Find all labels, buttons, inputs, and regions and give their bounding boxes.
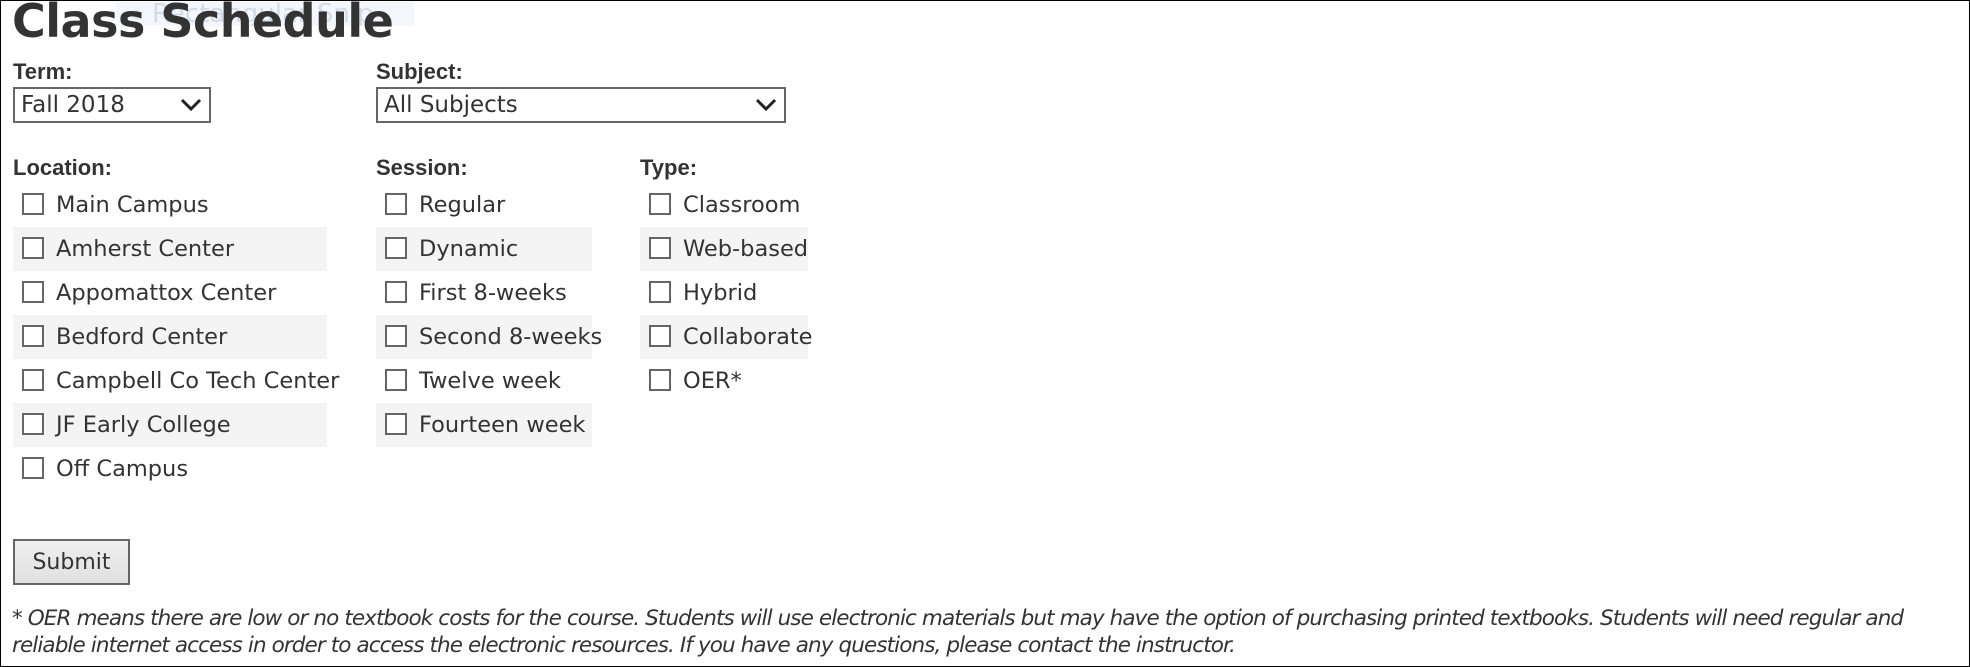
session-option[interactable]: First 8-weeks: [376, 271, 592, 315]
type-checkbox[interactable]: [649, 236, 671, 259]
subject-select[interactable]: All Subjects: [376, 87, 786, 123]
chevron-down-icon: [180, 98, 202, 112]
session-option[interactable]: Dynamic: [376, 227, 592, 271]
session-label: Session:: [376, 155, 468, 180]
location-label: Location:: [13, 155, 112, 180]
session-option-label: First 8-weeks: [419, 280, 567, 306]
location-option-label: Bedford Center: [56, 324, 228, 350]
location-checkbox[interactable]: [22, 280, 44, 303]
submit-button[interactable]: Submit: [13, 539, 130, 585]
type-option[interactable]: Classroom: [640, 183, 808, 227]
location-checkbox[interactable]: [22, 324, 44, 347]
type-checkbox-group: Classroom Web-based Hybrid Collaborate OER*: [640, 183, 813, 403]
chevron-down-icon: [755, 98, 777, 112]
location-option[interactable]: Bedford Center: [13, 315, 327, 359]
type-option-label: Classroom: [683, 192, 801, 218]
location-option-label: Campbell Co Tech Center: [56, 368, 340, 394]
location-option[interactable]: Appomattox Center: [13, 271, 327, 315]
location-checkbox[interactable]: [22, 456, 44, 479]
location-option[interactable]: Amherst Center: [13, 227, 327, 271]
session-checkbox[interactable]: [385, 192, 407, 215]
session-checkbox[interactable]: [385, 236, 407, 259]
location-option-label: Appomattox Center: [56, 280, 277, 306]
session-checkbox[interactable]: [385, 280, 407, 303]
type-option[interactable]: Collaborate: [640, 315, 813, 359]
session-checkbox-group: Regular Dynamic First 8-weeks Second 8-week…: [376, 183, 602, 447]
type-option-label: Hybrid: [683, 280, 758, 306]
session-option-label: Second 8-weeks: [419, 324, 603, 350]
location-checkbox[interactable]: [22, 368, 44, 391]
session-option[interactable]: Twelve week: [376, 359, 592, 403]
session-checkbox[interactable]: [385, 368, 407, 391]
location-option[interactable]: Main Campus: [13, 183, 327, 227]
location-option[interactable]: JF Early College: [13, 403, 327, 447]
oer-footnote: * OER means there are low or no textbook…: [12, 606, 1904, 658]
subject-select-value: All Subjects: [384, 92, 518, 118]
type-checkbox[interactable]: [649, 368, 671, 391]
session-option-label: Fourteen week: [419, 412, 586, 438]
session-checkbox[interactable]: [385, 412, 407, 435]
session-option[interactable]: Fourteen week: [376, 403, 592, 447]
location-option-label: Main Campus: [56, 192, 209, 218]
subject-label: Subject:: [376, 59, 463, 84]
type-option-label: Web-based: [683, 236, 809, 262]
type-label: Type:: [640, 155, 698, 180]
type-option[interactable]: Web-based: [640, 227, 808, 271]
location-option[interactable]: Campbell Co Tech Center: [13, 359, 339, 403]
type-option[interactable]: Hybrid: [640, 271, 808, 315]
type-checkbox[interactable]: [649, 324, 671, 347]
session-option[interactable]: Second 8-weeks: [376, 315, 602, 359]
term-select-value: Fall 2018: [21, 92, 125, 118]
term-label: Term:: [13, 59, 73, 84]
type-option-label: Collaborate: [683, 324, 813, 350]
location-option-label: Amherst Center: [56, 236, 235, 262]
session-checkbox[interactable]: [385, 324, 407, 347]
session-option-label: Dynamic: [419, 236, 519, 262]
term-select[interactable]: Fall 2018: [13, 87, 211, 123]
type-checkbox[interactable]: [649, 280, 671, 303]
location-checkbox[interactable]: [22, 412, 44, 435]
location-checkbox[interactable]: [22, 236, 44, 259]
location-option[interactable]: Off Campus: [13, 447, 327, 491]
session-option-label: Regular: [419, 192, 506, 218]
location-option-label: JF Early College: [56, 412, 231, 438]
location-checkbox[interactable]: [22, 192, 44, 215]
location-option-label: Off Campus: [56, 456, 189, 482]
page-title: Class Schedule: [12, 0, 394, 48]
type-checkbox[interactable]: [649, 192, 671, 215]
session-option[interactable]: Regular: [376, 183, 592, 227]
location-checkbox-group: Main Campus Amherst Center Appomattox Cent…: [13, 183, 339, 491]
type-option[interactable]: OER*: [640, 359, 808, 403]
type-option-label: OER*: [683, 368, 742, 394]
session-option-label: Twelve week: [419, 368, 561, 394]
